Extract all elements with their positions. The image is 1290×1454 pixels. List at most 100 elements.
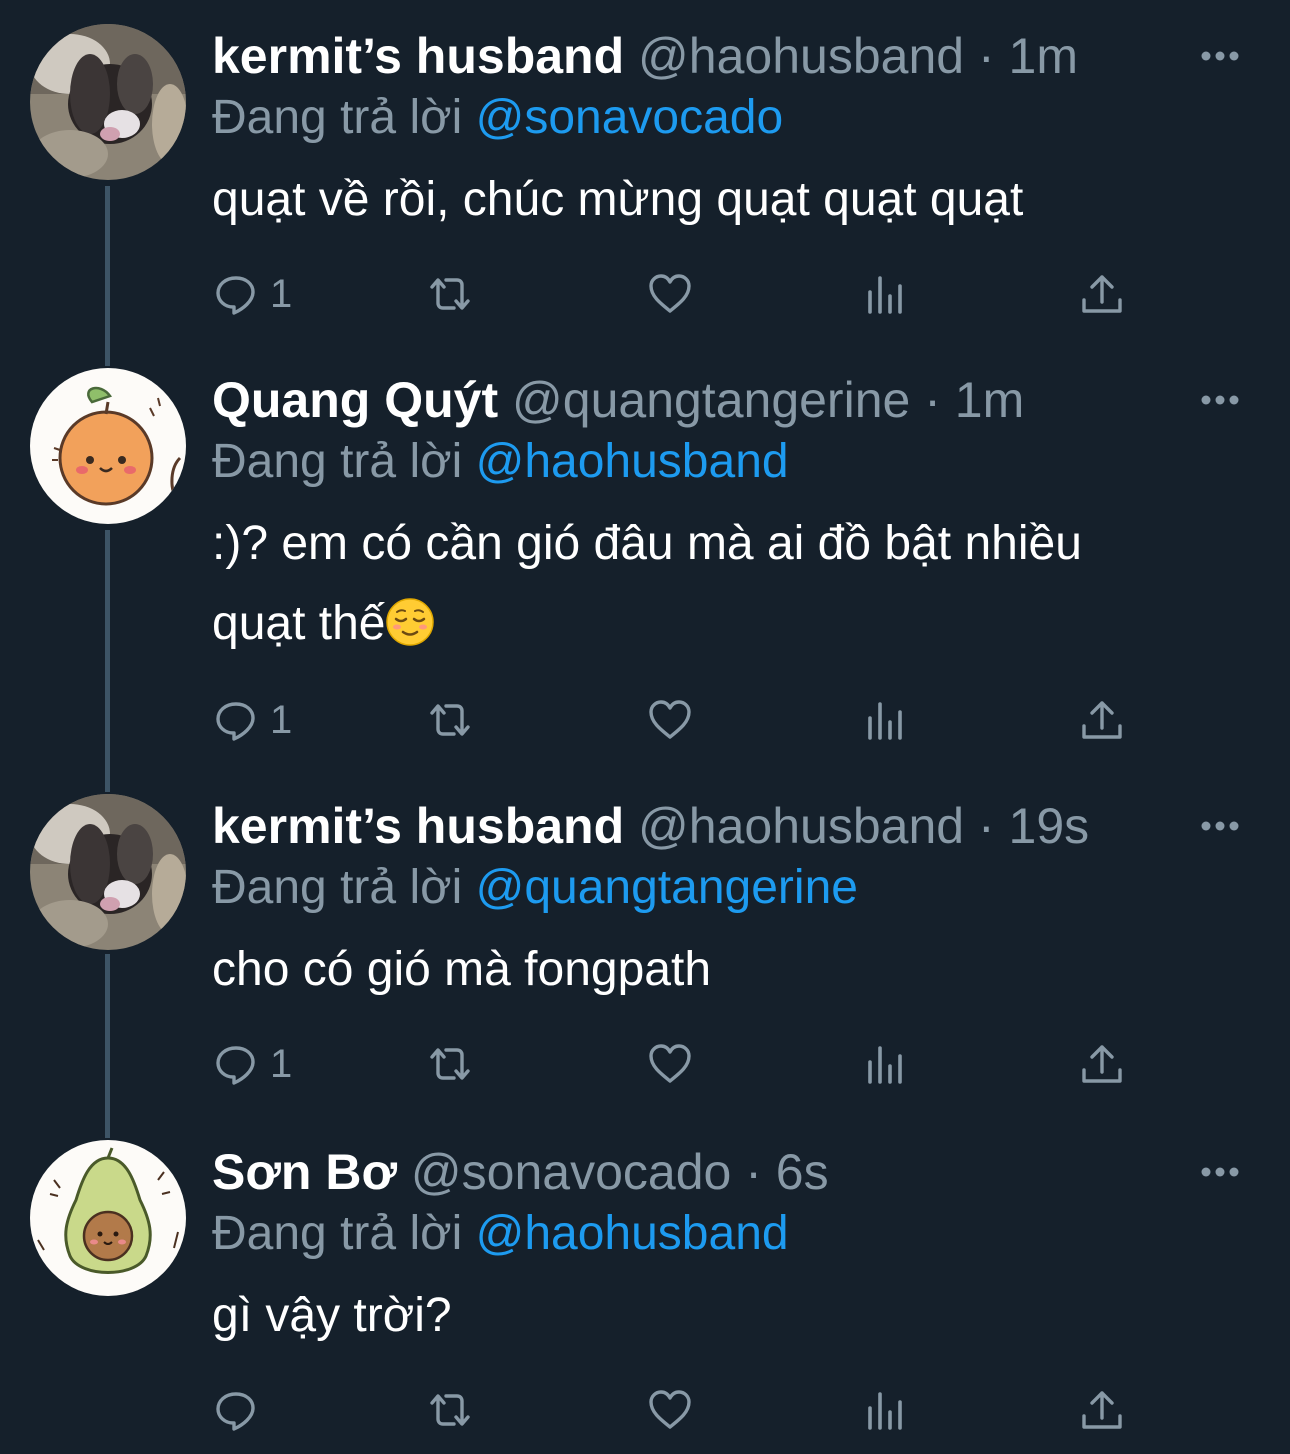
analytics-button[interactable] <box>862 690 910 750</box>
reply-count: 1 <box>270 1041 293 1086</box>
reply-icon <box>216 276 255 315</box>
like-button[interactable] <box>646 264 694 324</box>
share-button[interactable] <box>1078 264 1126 324</box>
tweet-header: kermit’s husband @haohusband · 19s <box>212 794 1170 858</box>
retweet-icon <box>430 1048 470 1080</box>
display-name[interactable]: Quang Quýt <box>212 372 498 428</box>
tweet-text-line-with-emoji: quạt thế <box>212 584 1222 664</box>
display-name[interactable]: kermit’s husband <box>212 28 624 84</box>
like-button[interactable] <box>646 1034 694 1094</box>
heart-icon <box>649 700 691 739</box>
tweet-header: Quang Quýt @quangtangerine · 1m <box>212 368 1170 432</box>
separator-dot: · <box>977 28 995 84</box>
reply-icon <box>216 1392 255 1431</box>
tweet-actions: 1 <box>212 264 1132 324</box>
mention-link[interactable]: @haohusband <box>476 1207 789 1260</box>
retweet-button[interactable] <box>426 1380 474 1440</box>
replying-to-label: Đang trả lời <box>212 435 463 488</box>
share-button[interactable] <box>1078 690 1126 750</box>
reply-icon <box>216 1046 255 1085</box>
analytics-icon <box>868 702 902 740</box>
analytics-icon <box>868 1046 902 1084</box>
avocado-avatar-icon <box>30 1140 186 1296</box>
timestamp[interactable]: 19s <box>1009 798 1090 854</box>
replying-to-label: Đang trả lời <box>212 91 463 144</box>
handle[interactable]: @haohusband <box>638 798 964 854</box>
tweet-text-line: gì vậy trời? <box>212 1289 452 1342</box>
more-options-button[interactable] <box>1200 36 1240 76</box>
reply-button[interactable]: 1 <box>212 264 292 324</box>
share-button[interactable] <box>1078 1034 1126 1094</box>
tweet-thread: kermit’s husband @haohusband · 1m Đang t… <box>0 0 1290 1454</box>
mention-link[interactable]: @sonavocado <box>476 91 784 144</box>
more-options-button[interactable] <box>1200 380 1240 420</box>
relieved-face-emoji-icon <box>385 592 435 646</box>
replying-to: Đang trả lời @haohusband <box>212 432 789 492</box>
analytics-button[interactable] <box>862 1380 910 1440</box>
separator-dot: · <box>745 1144 762 1200</box>
handle[interactable]: @sonavocado <box>411 1144 731 1200</box>
more-options-button[interactable] <box>1200 1152 1240 1192</box>
avatar[interactable] <box>30 794 186 950</box>
reply-button[interactable]: 1 <box>212 690 292 750</box>
more-dots-icon <box>1201 821 1239 831</box>
tweet-text: gì vậy trời? <box>212 1276 1222 1356</box>
like-button[interactable] <box>646 690 694 750</box>
heart-icon <box>649 1390 691 1429</box>
tweet[interactable]: Sơn Bơ @sonavocado · 6s Đang trả lời @ha… <box>0 1140 1290 1440</box>
analytics-icon <box>868 276 902 314</box>
replying-to: Đang trả lời @quangtangerine <box>212 858 858 918</box>
tweet-header: Sơn Bơ @sonavocado · 6s <box>212 1140 1170 1204</box>
tweet[interactable]: kermit’s husband @haohusband · 1m Đang t… <box>0 24 1290 344</box>
tweet-text-line: cho có gió mà fongpath <box>212 943 712 996</box>
share-icon <box>1082 1391 1122 1429</box>
heart-icon <box>649 1044 691 1083</box>
more-dots-icon <box>1201 1167 1239 1177</box>
tweet-text-line: quạt thế <box>212 597 386 650</box>
tweet-actions: 1 <box>212 690 1132 750</box>
mention-link[interactable]: @haohusband <box>476 435 789 488</box>
cat-photo-avatar-icon <box>30 794 186 950</box>
tweet[interactable]: Quang Quýt @quangtangerine · 1m Đang trả… <box>0 368 1290 768</box>
separator-dot: · <box>924 372 941 428</box>
replying-to: Đang trả lời @haohusband <box>212 1204 789 1264</box>
retweet-button[interactable] <box>426 1034 474 1094</box>
share-button[interactable] <box>1078 1380 1126 1440</box>
retweet-button[interactable] <box>426 264 474 324</box>
analytics-button[interactable] <box>862 264 910 324</box>
reply-icon <box>216 702 255 741</box>
replying-to-label: Đang trả lời <box>212 861 463 914</box>
display-name[interactable]: Sơn Bơ <box>212 1144 397 1200</box>
timestamp[interactable]: 6s <box>776 1144 829 1200</box>
tweet-text-line: :)? em có cần gió đâu mà ai đồ bật nhiều <box>212 517 1082 570</box>
avatar[interactable] <box>30 1140 186 1296</box>
more-options-button[interactable] <box>1200 806 1240 846</box>
tweet[interactable]: kermit’s husband @haohusband · 19s Đang … <box>0 794 1290 1114</box>
retweet-button[interactable] <box>426 690 474 750</box>
avatar[interactable] <box>30 24 186 180</box>
handle[interactable]: @haohusband <box>638 28 964 84</box>
replying-to: Đang trả lời @sonavocado <box>212 88 783 148</box>
tweet-text: :)? em có cần gió đâu mà ai đồ bật nhiều… <box>212 504 1222 664</box>
display-name[interactable]: kermit’s husband <box>212 798 624 854</box>
handle[interactable]: @quangtangerine <box>512 372 910 428</box>
tweet-actions <box>212 1380 1132 1440</box>
tweet-actions: 1 <box>212 1034 1132 1094</box>
reply-count: 1 <box>270 697 293 742</box>
reply-button[interactable] <box>212 1380 270 1440</box>
share-icon <box>1082 701 1122 739</box>
tweet-text-line: quạt về rồi, chúc mừng quạt quạt quạt <box>212 173 1024 226</box>
retweet-icon <box>430 704 470 736</box>
retweet-icon <box>430 278 470 310</box>
like-button[interactable] <box>646 1380 694 1440</box>
replying-to-label: Đang trả lời <box>212 1207 463 1260</box>
reply-button[interactable]: 1 <box>212 1034 292 1094</box>
timestamp[interactable]: 1m <box>1009 28 1078 84</box>
more-dots-icon <box>1201 51 1239 61</box>
analytics-button[interactable] <box>862 1034 910 1094</box>
avatar[interactable] <box>30 368 186 524</box>
mention-link[interactable]: @quangtangerine <box>476 861 858 914</box>
timestamp[interactable]: 1m <box>955 372 1024 428</box>
tweet-text: quạt về rồi, chúc mừng quạt quạt quạt <box>212 160 1222 240</box>
share-icon <box>1082 1045 1122 1083</box>
